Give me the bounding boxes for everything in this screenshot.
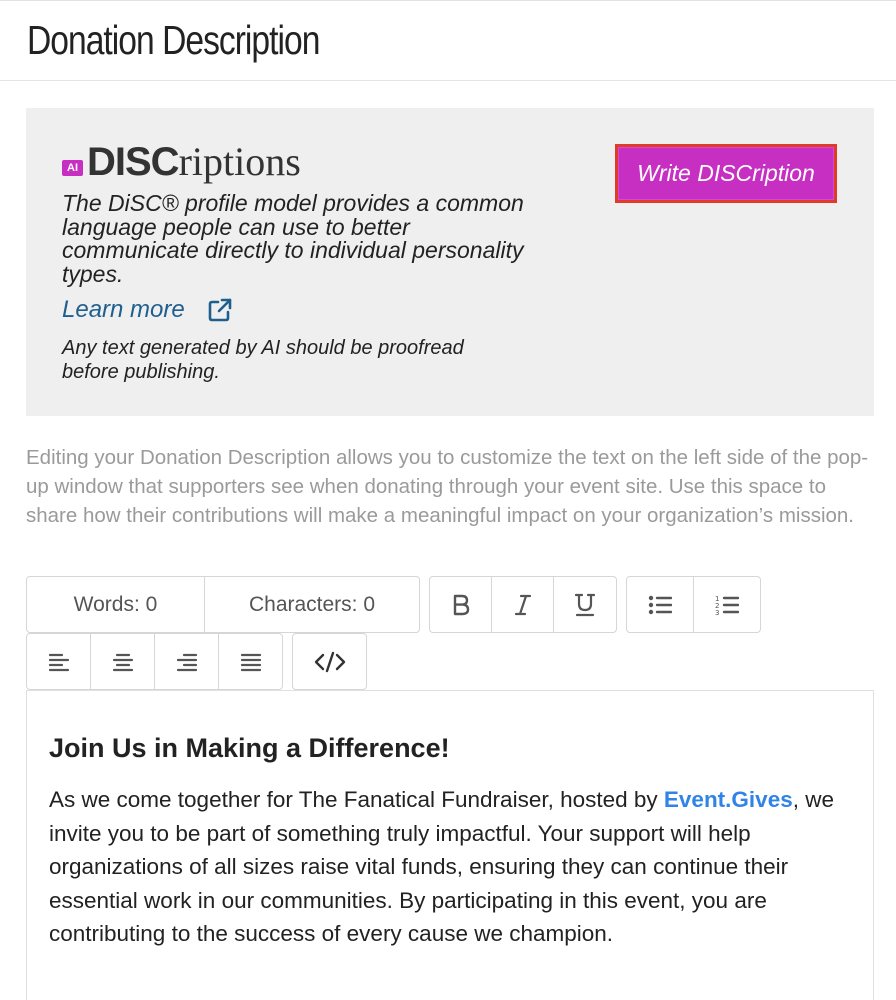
character-count: Characters: 0 — [248, 592, 376, 616]
editor-body: As we come together for The Fanatical Fu… — [49, 783, 849, 951]
numbered-list-button[interactable]: 1 2 3 — [694, 577, 761, 632]
body-text-before-link: As we come together for The Fanatical Fu… — [49, 787, 664, 812]
editor-heading: Join Us in Making a Difference! — [49, 733, 450, 763]
italic-icon — [513, 594, 533, 616]
align-left-button[interactable] — [27, 634, 91, 689]
alignment-group — [26, 633, 283, 690]
align-right-icon — [176, 652, 198, 672]
brand-bold-text: DISC — [87, 140, 180, 184]
align-left-icon — [48, 652, 70, 672]
page-title: Donation Description — [27, 17, 320, 63]
bullet-list-button[interactable] — [627, 577, 694, 632]
ai-disclaimer: Any text generated by AI should be proof… — [62, 337, 464, 383]
align-justify-icon — [240, 652, 262, 672]
bullet-list-icon — [648, 595, 672, 615]
code-group — [292, 633, 367, 690]
align-center-icon — [112, 652, 134, 672]
code-view-icon — [314, 651, 346, 673]
svg-text:3: 3 — [715, 609, 719, 616]
numbered-list-icon: 1 2 3 — [715, 594, 739, 616]
bold-button[interactable] — [430, 577, 492, 632]
learn-more-link[interactable]: Learn more — [62, 296, 233, 324]
align-right-button[interactable] — [155, 634, 219, 689]
help-text: Editing your Donation Description allows… — [26, 446, 869, 527]
ai-badge: AI — [62, 160, 83, 176]
write-discription-button[interactable]: Write DISCription — [615, 144, 837, 203]
counter-group: Words: 0 Characters: 0 — [26, 576, 420, 633]
word-count: Words: 0 — [27, 577, 205, 632]
code-view-button[interactable] — [293, 634, 366, 689]
list-group: 1 2 3 — [626, 576, 761, 633]
discriptions-logo: AI DISC riptions — [62, 142, 301, 182]
brand-light-text: riptions — [178, 139, 301, 184]
external-link-icon — [207, 297, 233, 323]
title-bar: Donation Description — [0, 1, 896, 81]
italic-button[interactable] — [492, 577, 554, 632]
align-center-button[interactable] — [91, 634, 155, 689]
bold-icon — [451, 594, 471, 616]
align-justify-button[interactable] — [219, 634, 282, 689]
underline-button[interactable] — [554, 577, 616, 632]
learn-more-label: Learn more — [62, 296, 185, 323]
event-gives-link[interactable]: Event.Gives — [664, 787, 793, 812]
discriptions-description: The DiSC® profile model provides a commo… — [62, 190, 524, 287]
underline-icon — [574, 593, 596, 617]
format-group — [429, 576, 617, 633]
rich-text-editor[interactable]: Join Us in Making a Difference! As we co… — [26, 690, 874, 1000]
ai-discriptions-panel: AI DISC riptions The DiSC® profile model… — [26, 108, 874, 416]
